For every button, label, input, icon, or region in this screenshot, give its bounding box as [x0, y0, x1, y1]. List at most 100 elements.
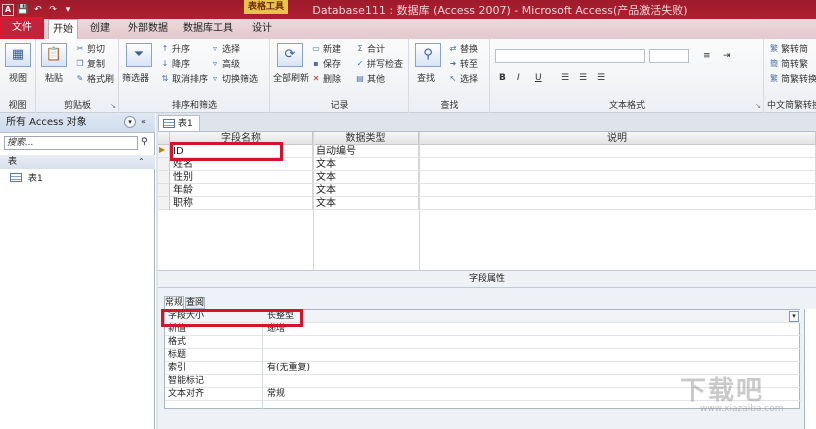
nav-item-table1[interactable]: 表1: [10, 171, 43, 184]
remove-sort-button[interactable]: ⇅ 取消排序: [160, 72, 208, 86]
table-row-data-type[interactable]: 文本: [313, 158, 419, 171]
nav-category-tables[interactable]: 表: [0, 155, 155, 169]
cut-button[interactable]: ✂ 剪切: [75, 42, 105, 56]
indent-icon[interactable]: ⇥: [723, 51, 731, 61]
dialog-launcher-icon[interactable]: ↘: [110, 102, 116, 110]
customize-qat-icon[interactable]: ▾: [62, 4, 74, 16]
chevron-down-icon[interactable]: ▾: [789, 311, 799, 322]
font-size-dropdown[interactable]: [649, 49, 689, 63]
trad-to-simp-button[interactable]: 繁繁转简: [769, 42, 808, 56]
font-name-dropdown[interactable]: [495, 49, 645, 63]
view-icon[interactable]: ▦: [5, 43, 31, 67]
group-label-find: 查找: [440, 101, 459, 111]
filter-icon[interactable]: ⏷: [126, 43, 152, 67]
ribbon-tab-row: 文件 开始 创建 外部数据 数据库工具 设计: [0, 17, 816, 40]
property-row-format[interactable]: 格式: [165, 336, 801, 349]
refresh-all-button[interactable]: 全部刷新: [273, 71, 309, 84]
nav-search-input[interactable]: 搜索...: [4, 136, 138, 150]
tab-external-data[interactable]: 外部数据: [124, 19, 172, 39]
property-value[interactable]: 有(无重复): [267, 362, 310, 374]
undo-icon[interactable]: ↶: [32, 4, 44, 16]
delete-label: 删除: [323, 75, 342, 85]
ascending-button[interactable]: ↑ 升序: [160, 42, 191, 56]
spelling-button[interactable]: ✓ 拼写检查: [355, 57, 403, 71]
ribbon: ▦ 视图 视图 📋 粘贴 ✂ 剪切 ❐ 复制 ✎ 格式刷 剪贴板 ↘ ⏷ 筛选器 ↑ 升…: [0, 39, 816, 113]
find-button[interactable]: 查找: [417, 71, 435, 84]
table-row-field-name[interactable]: 职称: [170, 197, 313, 210]
tab-general[interactable]: 常规: [164, 296, 184, 309]
table-row-data-type[interactable]: 文本: [313, 184, 419, 197]
simp-to-trad-button[interactable]: 簡简转繁: [769, 57, 808, 71]
list-icon[interactable]: ≡: [703, 51, 711, 61]
descending-button[interactable]: ↓ 降序: [160, 57, 190, 71]
paste-icon[interactable]: 📋: [41, 43, 67, 67]
shutter-bar-close-icon[interactable]: «: [141, 116, 151, 128]
table-row-description[interactable]: [419, 145, 816, 158]
redo-icon[interactable]: ↷: [47, 4, 59, 16]
row-selector[interactable]: [158, 184, 170, 197]
underline-button[interactable]: U: [535, 73, 542, 83]
new-record-button[interactable]: ▭ 新建: [311, 42, 341, 56]
table-row-data-type[interactable]: 文本: [313, 171, 419, 184]
tab-file[interactable]: 文件: [0, 17, 44, 39]
replace-label: 替换: [460, 45, 479, 55]
table-row-description[interactable]: [419, 158, 816, 171]
totals-button[interactable]: Σ 合计: [355, 42, 385, 56]
text-format-launcher-icon[interactable]: ↘: [755, 102, 761, 110]
table-row-data-type[interactable]: 文本: [313, 197, 419, 210]
property-value[interactable]: 常规: [267, 388, 285, 400]
save-record-button[interactable]: ▪ 保存: [311, 57, 341, 71]
conversion-button[interactable]: 繁简繁转换: [769, 72, 816, 86]
table-row-field-name[interactable]: 年龄: [170, 184, 313, 197]
align-left-icon[interactable]: ☰: [561, 73, 569, 83]
tab-home[interactable]: 开始: [48, 19, 78, 40]
row-selector[interactable]: ▶: [158, 145, 170, 158]
selection-icon: ▿: [212, 43, 217, 53]
binoculars-icon[interactable]: ⚲: [415, 43, 441, 67]
primary-key-icon: ▶: [159, 145, 166, 154]
replace-button[interactable]: ⇄ 替换: [448, 42, 479, 56]
advanced-filter-button[interactable]: ▿ 高级: [210, 57, 240, 71]
save-icon[interactable]: 💾: [17, 4, 29, 16]
ascending-label: 升序: [172, 45, 191, 55]
bold-button[interactable]: B: [499, 73, 506, 83]
access-app-icon[interactable]: A: [2, 3, 14, 16]
selection-filter-button[interactable]: ▿ 选择: [210, 42, 240, 56]
format-painter-button[interactable]: ✎ 格式刷: [75, 72, 114, 86]
tab-lookup[interactable]: 查阅: [185, 297, 205, 309]
table-row-description[interactable]: [419, 184, 816, 197]
title-bar: A 💾 ↶ ↷ ▾ 表格工具 Database111 : 数据库 (Access…: [0, 0, 816, 19]
table-row-data-type[interactable]: 自动编号: [313, 145, 419, 158]
copy-button[interactable]: ❐ 复制: [75, 57, 105, 71]
delete-record-button[interactable]: ✕ 删除: [311, 72, 342, 86]
table-row-description[interactable]: [419, 171, 816, 184]
more-button[interactable]: ▤ 其他: [355, 72, 385, 86]
document-tab-table1[interactable]: 表1: [158, 115, 200, 131]
filter-button[interactable]: 筛选器: [122, 71, 149, 84]
tab-database-tools[interactable]: 数据库工具: [180, 19, 236, 39]
search-icon[interactable]: ⚲: [141, 137, 148, 147]
select-button[interactable]: ↖ 选择: [448, 72, 479, 86]
sort-descending-icon: ↓: [161, 58, 169, 68]
view-button[interactable]: 视图: [9, 71, 27, 84]
toggle-filter-button[interactable]: ▿ 切换筛选: [210, 72, 258, 86]
table-row-description[interactable]: [419, 197, 816, 210]
row-selector[interactable]: [158, 197, 170, 210]
table-icon: [10, 173, 22, 182]
tab-design[interactable]: 设计: [248, 19, 276, 39]
refresh-icon[interactable]: ⟳: [277, 43, 303, 67]
row-selector[interactable]: [158, 158, 170, 171]
align-center-icon[interactable]: ☰: [579, 73, 587, 83]
tab-create[interactable]: 创建: [85, 19, 115, 39]
select-label: 选择: [460, 75, 479, 85]
paste-button[interactable]: 粘贴: [45, 71, 63, 84]
property-row-caption[interactable]: 标题: [165, 349, 801, 362]
goto-button[interactable]: ➜ 转至: [448, 57, 478, 71]
group-clipboard: 📋 粘贴 ✂ 剪切 ❐ 复制 ✎ 格式刷 剪贴板 ↘: [37, 39, 119, 113]
collapse-chevron-icon[interactable]: ⌃: [138, 155, 145, 169]
italic-button[interactable]: I: [517, 73, 520, 83]
nav-menu-chevron-icon[interactable]: ▾: [124, 116, 136, 128]
align-right-icon[interactable]: ☰: [597, 73, 605, 83]
row-selector[interactable]: [158, 171, 170, 184]
table-row-field-name[interactable]: 性别: [170, 171, 313, 184]
